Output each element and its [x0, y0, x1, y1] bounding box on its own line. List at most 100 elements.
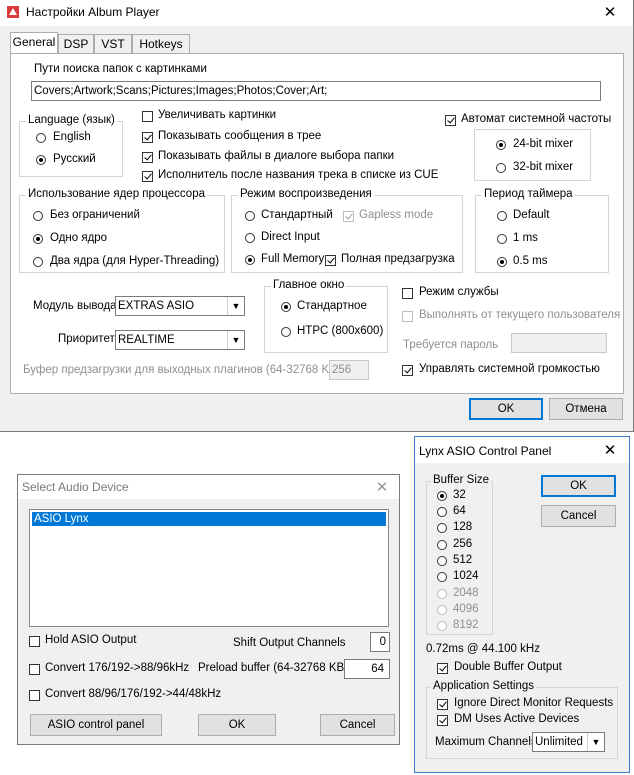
cores-unlimited-radio[interactable]	[33, 211, 43, 221]
max-channels-select[interactable]: Unlimited ▼	[532, 732, 605, 752]
tab-hotkeys[interactable]: Hotkeys	[132, 34, 190, 53]
shift-channels-label: Shift Output Channels	[233, 637, 346, 649]
buffer-64-radio[interactable]	[437, 507, 447, 517]
main-window-group: Главное окно	[264, 279, 388, 353]
main-window-group-title: Главное окно	[271, 279, 347, 291]
tray-messages-label: Показывать сообщения в трее	[158, 130, 322, 142]
show-files-label: Показывать файлы в диалоге выбора папки	[158, 150, 395, 162]
gapless-checkbox[interactable]	[343, 211, 354, 222]
buffer-2048-label: 2048	[453, 587, 479, 599]
output-select[interactable]: EXTRAS ASIO ▼	[115, 296, 245, 316]
hold-output-checkbox[interactable]	[29, 636, 40, 647]
ignore-direct-checkbox[interactable]	[437, 699, 448, 710]
auto-freq-checkbox[interactable]	[445, 115, 456, 126]
playback-standard-radio[interactable]	[245, 211, 255, 221]
buffer-2048-radio[interactable]	[437, 589, 447, 599]
russian-label: Русский	[53, 153, 96, 165]
preload-value: 64	[371, 663, 384, 675]
playback-direct-radio[interactable]	[245, 233, 255, 243]
dm-active-checkbox[interactable]	[437, 715, 448, 726]
device-list-item[interactable]: ASIO Lynx	[32, 512, 386, 526]
settings-titlebar: Настройки Album Player ✕	[0, 0, 633, 26]
shift-channels-input[interactable]: 0	[370, 632, 390, 652]
cores-two-label: Два ядра (для Hyper-Threading)	[50, 255, 220, 267]
buffer-512-radio[interactable]	[437, 556, 447, 566]
run-as-user-checkbox[interactable]	[402, 311, 413, 322]
main-window-standard-radio[interactable]	[281, 302, 291, 312]
device-list[interactable]: ASIO Lynx	[29, 509, 389, 627]
mixer-group	[474, 129, 591, 181]
output-select-value: EXTRAS ASIO	[118, 300, 195, 312]
settings-ok-button[interactable]: OK	[469, 398, 543, 420]
audio-device-cancel-button[interactable]: Cancel	[320, 714, 395, 736]
enlarge-checkbox[interactable]	[142, 111, 153, 122]
cores-group-title: Использование ядер процессора	[26, 188, 207, 200]
asio-control-panel-button[interactable]: ASIO control panel	[30, 714, 162, 736]
buffer-256-label: 256	[453, 538, 473, 550]
double-buffer-label: Double Buffer Output	[454, 661, 562, 673]
timer-group-title: Период таймера	[482, 188, 575, 200]
audio-device-ok-button[interactable]: OK	[198, 714, 276, 736]
buffer-label: Буфер предзагрузки для выходных плагинов…	[23, 364, 341, 376]
dm-active-label: DM Uses Active Devices	[454, 713, 580, 725]
password-input[interactable]	[511, 333, 607, 353]
settings-window: Настройки Album Player ✕ General DSP VST…	[0, 0, 634, 432]
timer-05ms-radio[interactable]	[497, 257, 507, 267]
paths-input[interactable]: Covers;Artwork;Scans;Pictures;Images;Pho…	[31, 81, 601, 101]
buffer-1024-radio[interactable]	[437, 572, 447, 582]
buffer-4096-radio[interactable]	[437, 605, 447, 615]
preload-input[interactable]: 64	[344, 659, 390, 679]
convert-88-checkbox[interactable]	[29, 690, 40, 701]
cores-one-radio[interactable]	[33, 234, 43, 244]
cores-one-label: Одно ядро	[50, 232, 108, 244]
tab-general[interactable]: General	[10, 32, 58, 53]
chevron-down-icon: ▼	[587, 733, 604, 751]
timer-1ms-label: 1 ms	[513, 232, 538, 244]
main-window-htpc-radio[interactable]	[281, 327, 291, 337]
service-mode-checkbox[interactable]	[402, 288, 413, 299]
buffer-input[interactable]: 256	[329, 360, 369, 380]
audio-device-title: Select Audio Device	[22, 480, 129, 494]
timer-05ms-label: 0.5 ms	[513, 255, 548, 267]
close-icon[interactable]: ✕	[599, 2, 621, 24]
playback-standard-label: Стандартный	[261, 209, 333, 221]
lynx-cancel-button[interactable]: Cancel	[541, 505, 616, 527]
buffer-256-radio[interactable]	[437, 540, 447, 550]
convert-176-checkbox[interactable]	[29, 664, 40, 675]
lynx-title: Lynx ASIO Control Panel	[419, 444, 552, 458]
tray-messages-checkbox[interactable]	[142, 132, 153, 143]
show-files-checkbox[interactable]	[142, 152, 153, 163]
mixer-32-radio[interactable]	[496, 163, 506, 173]
buffer-32-label: 32	[453, 489, 466, 501]
english-radio[interactable]	[36, 133, 46, 143]
control-volume-checkbox[interactable]	[402, 365, 413, 376]
close-icon[interactable]: ✕	[371, 477, 393, 499]
timer-1ms-radio[interactable]	[497, 234, 507, 244]
lynx-ok-button[interactable]: OK	[541, 475, 616, 497]
close-icon[interactable]: ✕	[599, 440, 621, 462]
playback-full-memory-radio[interactable]	[245, 255, 255, 265]
cores-two-radio[interactable]	[33, 257, 43, 267]
tab-vst[interactable]: VST	[94, 34, 132, 53]
buffer-32-radio[interactable]	[437, 491, 447, 501]
tab-dsp[interactable]: DSP	[58, 34, 94, 53]
buffer-8192-radio[interactable]	[437, 621, 447, 631]
buffer-128-radio[interactable]	[437, 523, 447, 533]
russian-radio[interactable]	[36, 155, 46, 165]
english-label: English	[53, 131, 91, 143]
buffer-512-label: 512	[453, 554, 473, 566]
timer-default-radio[interactable]	[497, 211, 507, 221]
full-preload-checkbox[interactable]	[325, 255, 336, 266]
settings-cancel-button[interactable]: Отмена	[549, 398, 623, 420]
lynx-window: Lynx ASIO Control Panel ✕ Buffer Size 32…	[414, 436, 630, 773]
shift-channels-value: 0	[379, 636, 386, 648]
password-label: Требуется пароль	[403, 339, 499, 351]
double-buffer-checkbox[interactable]	[437, 663, 448, 674]
priority-select[interactable]: REALTIME ▼	[115, 330, 245, 350]
artist-after-checkbox[interactable]	[142, 171, 153, 182]
full-preload-label: Полная предзагрузка	[341, 253, 455, 265]
chevron-down-icon: ▼	[227, 331, 244, 349]
mixer-24-radio[interactable]	[496, 140, 506, 150]
audio-device-titlebar: Select Audio Device ✕	[18, 475, 399, 499]
main-window-standard-label: Стандартное	[297, 300, 367, 312]
